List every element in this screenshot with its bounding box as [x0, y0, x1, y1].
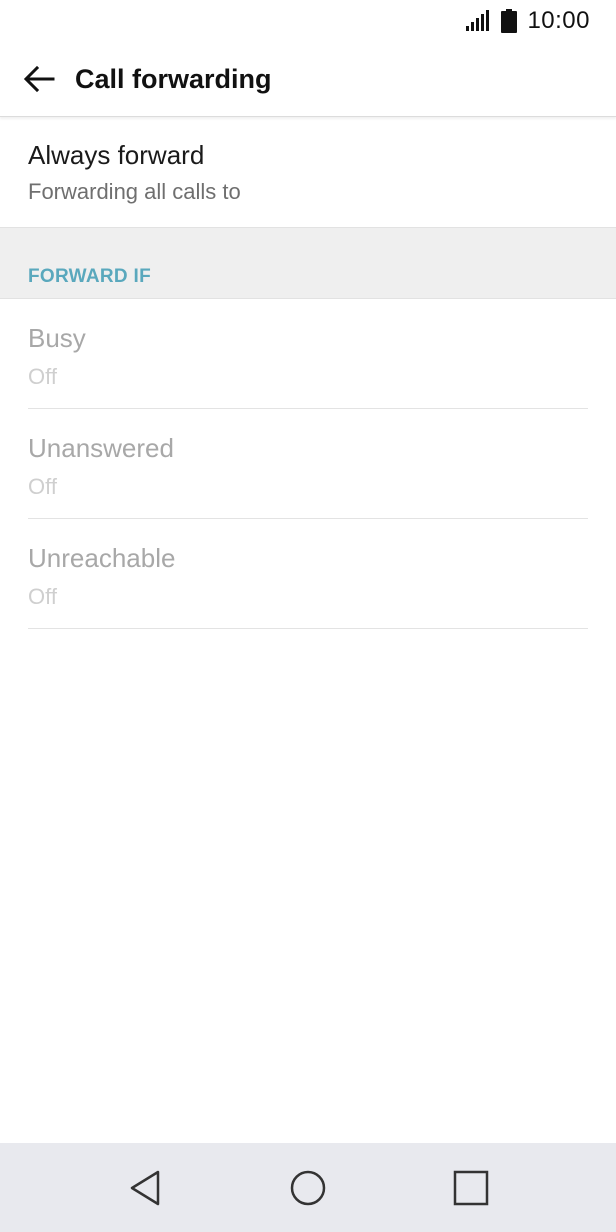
forward-item-unreachable[interactable]: Unreachable Off [28, 519, 588, 629]
status-bar: 10:00 [0, 0, 616, 42]
home-circle-icon [290, 1170, 326, 1206]
back-button[interactable] [14, 54, 64, 104]
back-triangle-icon [130, 1170, 160, 1206]
forward-item-title: Unanswered [28, 433, 174, 463]
signal-icon [466, 10, 490, 31]
forward-item-title: Unreachable [28, 543, 176, 573]
forward-item-title: Busy [28, 323, 86, 353]
always-forward-item[interactable]: Always forward Forwarding all calls to [0, 118, 616, 227]
recents-square-icon [453, 1170, 489, 1206]
call-forwarding-screen: 10:00 Call forwarding Always forward For… [0, 0, 616, 1232]
battery-icon [501, 9, 518, 33]
forward-item-value: Off [28, 584, 57, 609]
section-label: FORWARD IF [28, 266, 151, 287]
forward-item-busy[interactable]: Busy Off [28, 299, 588, 409]
forward-item-value: Off [28, 474, 57, 499]
navigation-bar [0, 1143, 616, 1232]
forward-if-list: Busy Off Unanswered Off Unreachable Off [0, 299, 616, 629]
always-forward-title: Always forward [28, 140, 205, 170]
page-title: Call forwarding [75, 63, 272, 94]
nav-home-button[interactable] [287, 1167, 329, 1209]
forward-item-unanswered[interactable]: Unanswered Off [28, 409, 588, 519]
arrow-left-icon [23, 65, 55, 93]
always-forward-subtitle: Forwarding all calls to [28, 179, 241, 204]
app-bar: Call forwarding [0, 42, 616, 117]
section-header: FORWARD IF [0, 227, 616, 299]
nav-recents-button[interactable] [450, 1167, 492, 1209]
status-time: 10:00 [527, 7, 590, 34]
nav-back-button[interactable] [124, 1167, 166, 1209]
forward-item-value: Off [28, 364, 57, 389]
